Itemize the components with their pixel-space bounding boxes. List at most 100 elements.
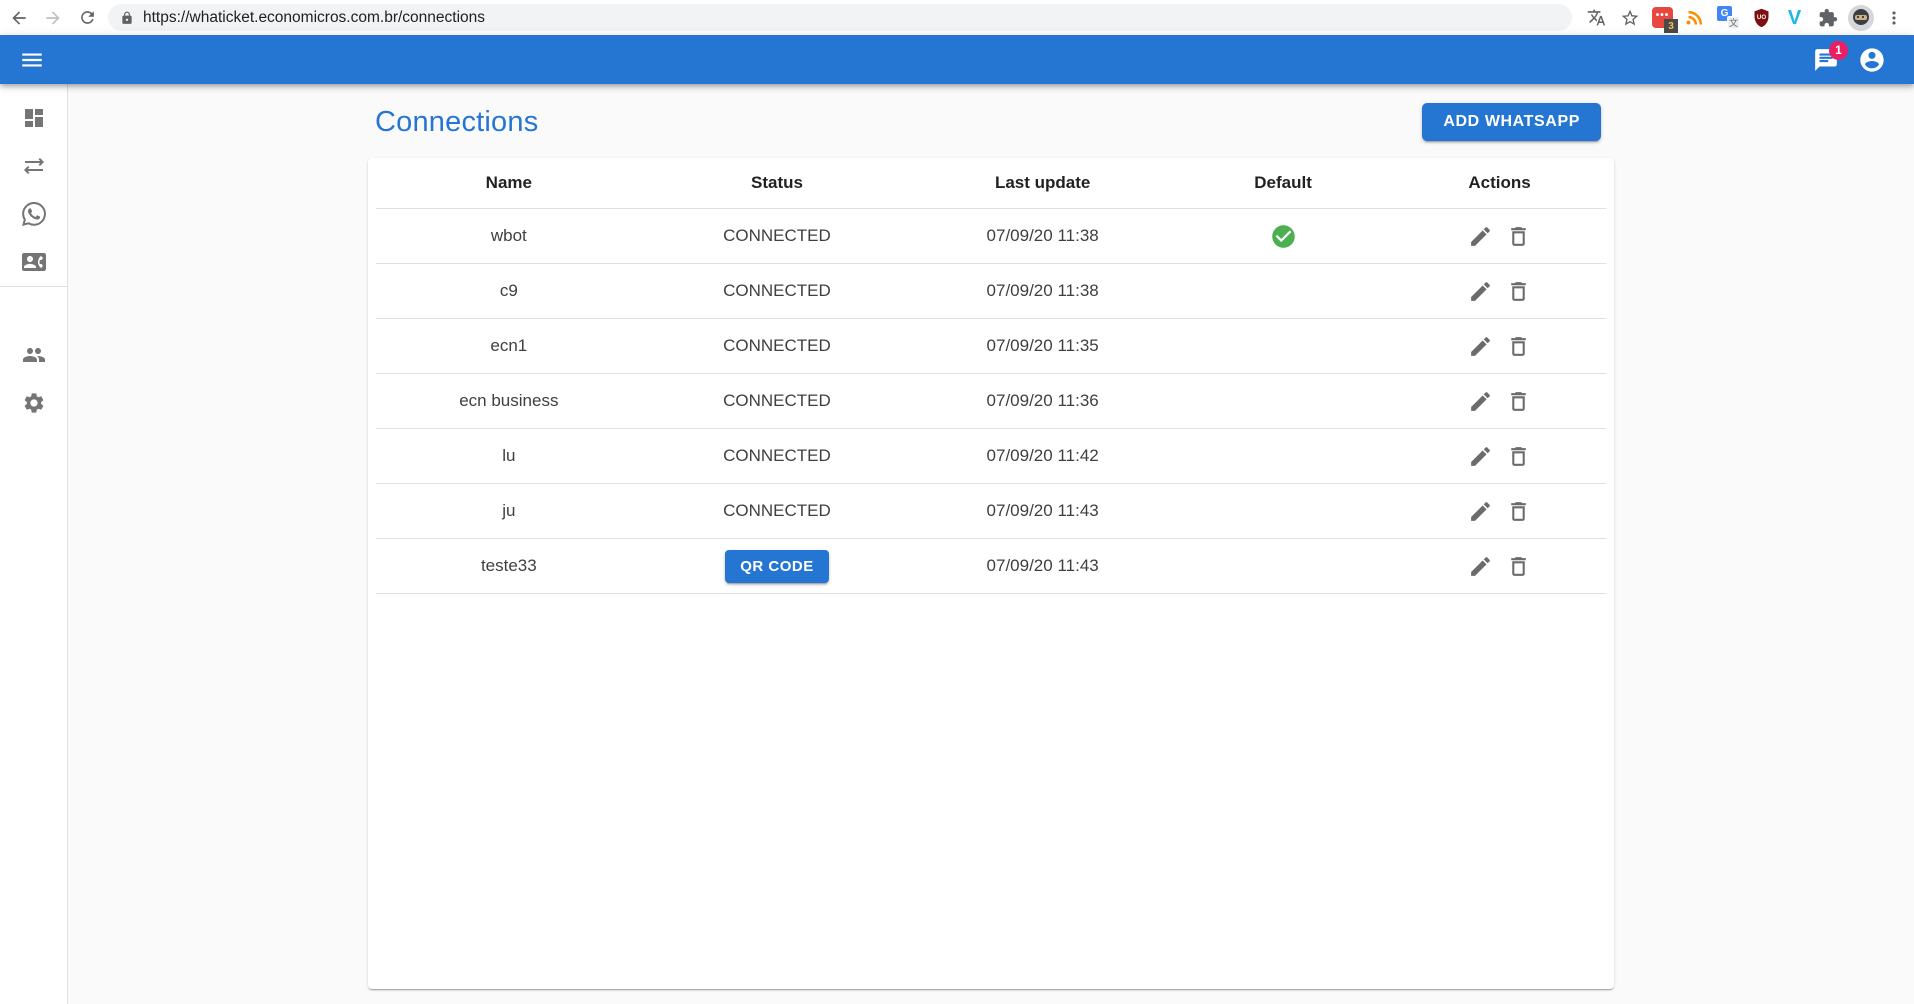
whatsapp-icon	[22, 202, 46, 226]
connections-table: NameStatusLast updateDefaultActions wbot…	[376, 158, 1606, 594]
trash-icon	[1506, 389, 1531, 414]
translate-page-icon[interactable]	[1580, 2, 1613, 34]
last-update: 07/09/20 11:38	[987, 281, 1099, 300]
table-row: teste33 QR CODE 07/09/20 11:43	[376, 539, 1606, 594]
sidebar-item-dashboard[interactable]	[0, 94, 68, 142]
pencil-icon	[1468, 224, 1493, 249]
extension-badge: 3	[1664, 19, 1678, 33]
people-icon	[22, 343, 46, 367]
bookmark-star-icon[interactable]	[1613, 2, 1646, 34]
table-header-row: NameStatusLast updateDefaultActions	[376, 158, 1606, 209]
hamburger-icon	[19, 47, 45, 73]
account-circle-icon	[1858, 46, 1886, 74]
last-update: 07/09/20 11:43	[987, 556, 1099, 575]
trash-icon	[1506, 334, 1531, 359]
trash-icon	[1506, 224, 1531, 249]
vimeo-extension-icon[interactable]: V	[1778, 2, 1811, 34]
ninja-avatar-icon	[1848, 5, 1874, 31]
column-header: Name	[376, 158, 642, 209]
connection-name: wbot	[491, 226, 527, 245]
sidebar-item-users[interactable]	[0, 331, 68, 379]
browser-menu-icon[interactable]	[1877, 2, 1910, 34]
connection-name: teste33	[481, 556, 537, 575]
column-header: Actions	[1393, 158, 1606, 209]
sidebar-item-settings[interactable]	[0, 379, 68, 427]
account-button[interactable]	[1852, 40, 1892, 80]
last-update: 07/09/20 11:42	[987, 446, 1099, 465]
delete-button[interactable]	[1502, 384, 1536, 418]
back-arrow-icon	[9, 8, 29, 28]
add-whatsapp-button[interactable]: ADD WHATSAPP	[1422, 103, 1601, 141]
red-dots-icon: ••• 3	[1652, 7, 1673, 28]
connection-status: CONNECTED	[723, 226, 831, 245]
extensions-puzzle-icon[interactable]	[1811, 2, 1844, 34]
column-header: Last update	[912, 158, 1173, 209]
table-row: c9 CONNECTED 07/09/20 11:38	[376, 264, 1606, 319]
toolbar-extensions: ••• 3 G文 UO V	[1580, 2, 1910, 34]
delete-button[interactable]	[1502, 274, 1536, 308]
contact-phone-icon	[22, 250, 46, 274]
connection-status: CONNECTED	[723, 391, 831, 410]
delete-button[interactable]	[1502, 549, 1536, 583]
pencil-icon	[1468, 499, 1493, 524]
forward-arrow-icon	[43, 8, 63, 28]
pencil-icon	[1468, 389, 1493, 414]
reload-icon	[78, 8, 97, 27]
menu-hamburger-button[interactable]	[12, 40, 52, 80]
page-header: Connections ADD WHATSAPP	[368, 102, 1614, 142]
edit-button[interactable]	[1463, 384, 1497, 418]
table-row: lu CONNECTED 07/09/20 11:42	[376, 429, 1606, 484]
connection-name: lu	[502, 446, 515, 465]
connection-status: CONNECTED	[723, 501, 831, 520]
last-update: 07/09/20 11:38	[987, 226, 1099, 245]
red-messages-extension-icon[interactable]: ••• 3	[1646, 2, 1679, 34]
pencil-icon	[1468, 444, 1493, 469]
delete-button[interactable]	[1502, 494, 1536, 528]
delete-button[interactable]	[1502, 439, 1536, 473]
profile-avatar[interactable]	[1844, 2, 1877, 34]
edit-button[interactable]	[1463, 494, 1497, 528]
qr-code-button[interactable]: QR CODE	[725, 550, 829, 583]
reload-button[interactable]	[70, 2, 104, 34]
page-title: Connections	[375, 106, 538, 139]
connection-status: CONNECTED	[723, 446, 831, 465]
last-update: 07/09/20 11:43	[987, 501, 1099, 520]
edit-button[interactable]	[1463, 549, 1497, 583]
connection-name: ju	[502, 501, 515, 520]
pencil-icon	[1468, 279, 1493, 304]
rss-extension-icon[interactable]	[1679, 2, 1712, 34]
delete-button[interactable]	[1502, 329, 1536, 363]
google-translate-extension-icon[interactable]: G文	[1712, 2, 1745, 34]
sidebar-item-connections[interactable]	[0, 190, 68, 238]
column-header: Default	[1173, 158, 1393, 209]
connection-status: CONNECTED	[723, 336, 831, 355]
edit-button[interactable]	[1463, 274, 1497, 308]
edit-button[interactable]	[1463, 439, 1497, 473]
connection-name: ecn1	[490, 336, 527, 355]
edit-button[interactable]	[1463, 219, 1497, 253]
connections-card: NameStatusLast updateDefaultActions wbot…	[368, 158, 1614, 989]
address-bar[interactable]: https://whaticket.economicros.com.br/con…	[108, 4, 1572, 31]
messages-button[interactable]: 1	[1806, 40, 1846, 80]
table-row: ecn business CONNECTED 07/09/20 11:36	[376, 374, 1606, 429]
padlock-icon	[120, 11, 134, 25]
last-update: 07/09/20 11:36	[987, 391, 1099, 410]
table-row: ecn1 CONNECTED 07/09/20 11:35	[376, 319, 1606, 374]
dashboard-icon	[22, 106, 46, 130]
sidebar-item-contacts[interactable]	[0, 238, 68, 286]
forward-button[interactable]	[36, 2, 70, 34]
trash-icon	[1506, 444, 1531, 469]
edit-button[interactable]	[1463, 329, 1497, 363]
last-update: 07/09/20 11:35	[987, 336, 1099, 355]
settings-gear-icon	[22, 391, 46, 415]
sync-alt-icon	[22, 154, 46, 178]
browser-toolbar: https://whaticket.economicros.com.br/con…	[0, 0, 1914, 35]
delete-button[interactable]	[1502, 219, 1536, 253]
sidebar-item-tickets[interactable]	[0, 142, 68, 190]
table-row: wbot CONNECTED 07/09/20 11:38	[376, 209, 1606, 264]
back-button[interactable]	[2, 2, 36, 34]
table-body: wbot CONNECTED 07/09/20 11:38 c9 CONNECT…	[376, 209, 1606, 594]
ublock-origin-extension-icon[interactable]: UO	[1745, 2, 1778, 34]
url-text: https://whaticket.economicros.com.br/con…	[143, 9, 485, 27]
connection-status: CONNECTED	[723, 281, 831, 300]
